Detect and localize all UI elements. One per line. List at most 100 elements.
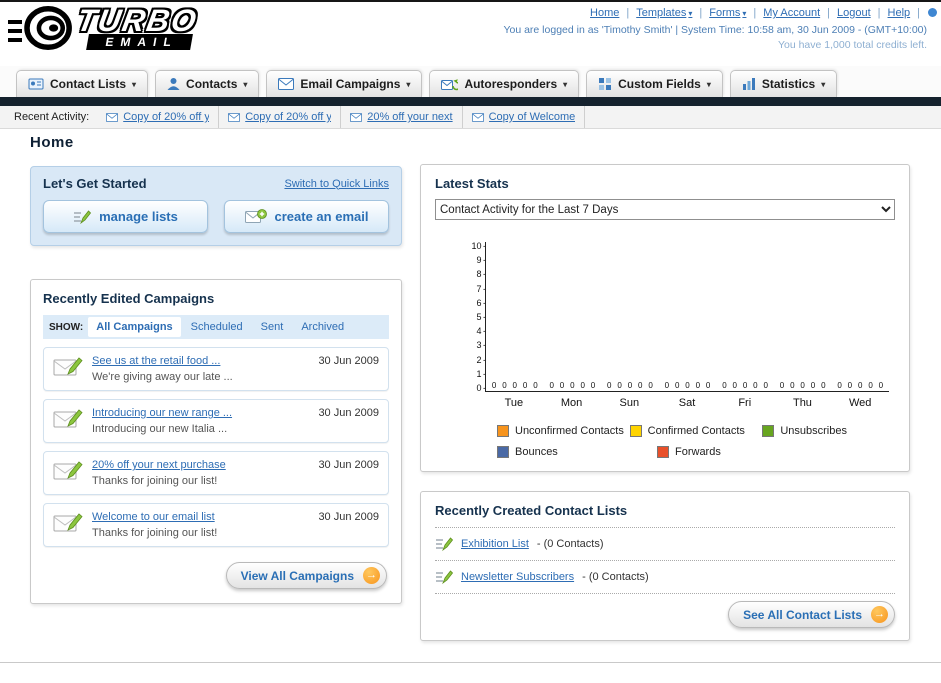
campaign-subtitle: Thanks for joining our list!	[92, 527, 218, 539]
top-link-forms[interactable]: Forms ▾	[709, 7, 746, 19]
chart-value-label: 0	[502, 381, 507, 390]
arrow-right-icon: →	[871, 606, 888, 623]
recent-activity-link[interactable]: Copy of Welcome tc	[489, 111, 575, 123]
nav-tab-email-campaigns[interactable]: Email Campaigns ▾	[266, 70, 423, 97]
legend-swatch-unconfirmed	[497, 425, 509, 437]
show-label: SHOW:	[49, 321, 84, 333]
nav-tab-contacts[interactable]: Contacts ▾	[155, 70, 260, 97]
chart-value-group: 00000	[659, 381, 717, 390]
campaign-title-link[interactable]: See us at the retail food ...	[92, 355, 309, 367]
contacts-icon	[167, 78, 180, 90]
top-link-my-account[interactable]: My Account	[763, 7, 820, 19]
footer-divider	[0, 662, 941, 663]
autoresponders-icon	[441, 78, 459, 90]
chart-value-label: 0	[868, 381, 873, 390]
chart-value-label: 0	[570, 381, 575, 390]
recent-activity-link[interactable]: 20% off your next	[367, 111, 452, 123]
nav-tab-contact-lists[interactable]: Contact Lists ▾	[16, 70, 149, 97]
envelope-icon	[228, 112, 241, 122]
nav-tabs: Contact Lists ▾ Contacts ▾ Email Campaig…	[16, 70, 838, 97]
top-link-logout[interactable]: Logout	[837, 7, 871, 19]
chart-value-label: 0	[648, 381, 653, 390]
y-axis-label: 9	[476, 256, 485, 265]
view-all-campaigns-button[interactable]: View All Campaigns →	[225, 562, 387, 589]
y-axis-label: 3	[476, 341, 485, 350]
envelope-edit-icon	[53, 357, 83, 376]
pencil-icon	[436, 537, 453, 552]
tab-archived[interactable]: Archived	[293, 317, 352, 337]
chevron-down-icon: ▾	[688, 8, 693, 18]
tab-all-campaigns[interactable]: All Campaigns	[88, 317, 181, 337]
y-axis-label: 4	[476, 327, 485, 336]
legend-item: Unsubscribes	[762, 425, 895, 437]
nav-tab-label: Autoresponders	[464, 77, 558, 91]
logo-email-text: EMAIL	[86, 34, 194, 50]
manage-lists-button[interactable]: manage lists	[43, 200, 208, 233]
recently-created-contact-lists-panel: Recently Created Contact Lists Exhibitio…	[420, 491, 910, 641]
contact-list-count: - (0 Contacts)	[582, 571, 649, 583]
left-column: Let's Get Started Switch to Quick Links …	[30, 166, 402, 604]
chart-value-label: 0	[674, 381, 680, 390]
logo-turbo-text: TURBO	[74, 3, 201, 38]
create-an-email-button[interactable]: create an email	[224, 200, 389, 233]
x-axis-label: Tue	[504, 397, 524, 409]
campaign-title-link[interactable]: Welcome to our email list	[92, 511, 309, 523]
recent-activity-link[interactable]: Copy of 20% off yc	[123, 111, 209, 123]
chart-value-label: 0	[685, 381, 690, 390]
recent-activity-link[interactable]: Copy of 20% off yc	[245, 111, 331, 123]
y-axis-label: 0	[476, 383, 485, 392]
nav-tab-custom-fields[interactable]: Custom Fields ▾	[586, 70, 723, 97]
chart-value-label: 0	[607, 381, 612, 390]
top-link-templates[interactable]: Templates ▾	[636, 7, 692, 19]
chart-value-label: 0	[858, 381, 863, 390]
recently-edited-campaigns-panel: Recently Edited Campaigns SHOW: All Camp…	[30, 279, 402, 604]
turbo-email-logo: TURBO EMAIL	[8, 3, 201, 50]
x-axis-label: Thu	[792, 397, 812, 409]
chart-value-groups: 00000000000000000000000000000000000	[486, 381, 889, 390]
contact-list-link[interactable]: Exhibition List	[461, 538, 529, 550]
nav-tab-label: Custom Fields	[618, 77, 701, 91]
envelope-icon	[106, 112, 119, 122]
nav-tab-statistics[interactable]: Statistics ▾	[729, 70, 838, 97]
chart-value-label: 0	[763, 381, 768, 390]
stats-period-select[interactable]: Contact Activity for the Last 7 Days	[435, 199, 895, 220]
tab-sent[interactable]: Sent	[253, 317, 292, 337]
y-axis-label: 6	[476, 298, 485, 307]
chart-value-label: 0	[790, 381, 795, 390]
top-link-help[interactable]: Help	[888, 7, 911, 19]
chart-value-label: 0	[821, 381, 826, 390]
contact-list-link[interactable]: Newsletter Subscribers	[461, 571, 574, 583]
campaign-row[interactable]: See us at the retail food ... We're givi…	[43, 347, 389, 391]
campaign-title-link[interactable]: 20% off your next purchase	[92, 459, 309, 471]
see-all-contact-lists-button[interactable]: See All Contact Lists →	[728, 601, 895, 628]
campaign-row[interactable]: Introducing our new range ... Introducin…	[43, 399, 389, 443]
x-axis-label: Wed	[848, 397, 872, 409]
nav-tab-label: Statistics	[761, 77, 816, 91]
legend-label: Unsubscribes	[780, 425, 847, 437]
email-campaigns-icon	[278, 78, 295, 90]
decorative-dot	[928, 8, 937, 17]
chevron-down-icon: ▾	[821, 79, 826, 89]
legend-swatch-confirmed	[629, 425, 642, 437]
get-started-panel: Let's Get Started Switch to Quick Links …	[30, 166, 402, 246]
contact-lists-icon	[28, 78, 44, 90]
legend-item: Bounces	[497, 446, 657, 458]
recent-activity-item: 20% off your next	[341, 106, 463, 128]
nav-tab-autoresponders[interactable]: Autoresponders ▾	[429, 70, 580, 97]
chart-value-label: 0	[512, 381, 517, 390]
contact-list-row[interactable]: Exhibition List - (0 Contacts)	[435, 527, 895, 561]
y-axis-label: 7	[476, 284, 485, 293]
chart-value-group: 00000	[831, 381, 889, 390]
top-link-home[interactable]: Home	[590, 7, 619, 19]
campaign-row[interactable]: Welcome to our email list Thanks for joi…	[43, 503, 389, 547]
chart-x-axis: Tue Mon Sun Sat Fri Thu Wed	[485, 392, 889, 409]
switch-to-quick-links-link[interactable]: Switch to Quick Links	[284, 178, 389, 190]
contact-list-row[interactable]: Newsletter Subscribers - (0 Contacts)	[435, 561, 895, 594]
recent-activity-item: Copy of Welcome tc	[463, 106, 585, 128]
campaign-row[interactable]: 20% off your next purchase Thanks for jo…	[43, 451, 389, 495]
envelope-edit-icon	[53, 409, 83, 428]
legend-swatch-forwards	[657, 446, 669, 458]
campaign-title-link[interactable]: Introducing our new range ...	[92, 407, 309, 419]
statistics-icon	[742, 78, 755, 90]
tab-scheduled[interactable]: Scheduled	[183, 317, 251, 337]
